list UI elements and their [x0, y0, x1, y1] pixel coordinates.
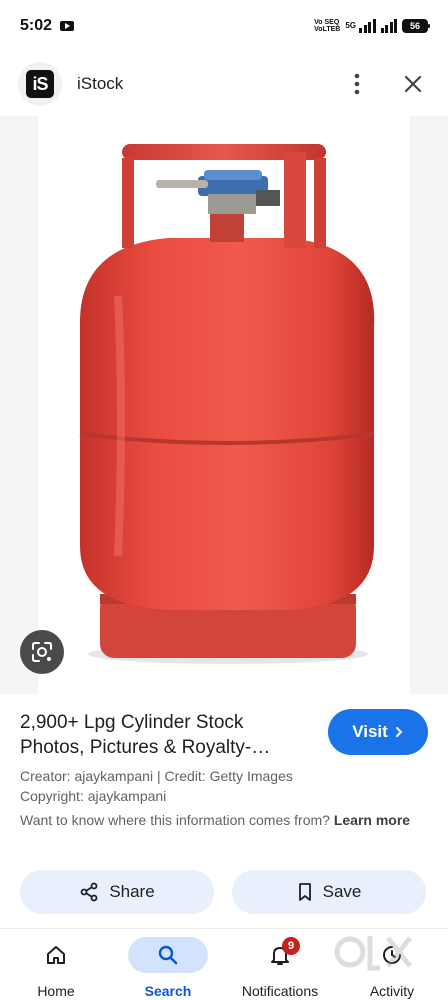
nav-activity-label: Activity — [369, 983, 415, 999]
network-type: 5G — [345, 21, 356, 30]
chevron-right-icon — [395, 727, 403, 737]
share-icon — [80, 882, 98, 902]
youtube-notification-icon — [60, 21, 75, 31]
nav-activity-icon-wrap — [352, 937, 432, 973]
nav-search[interactable]: Search — [112, 929, 224, 1000]
site-name: iStock — [77, 74, 124, 93]
nav-search-label: Search — [144, 983, 192, 999]
save-label: Save — [322, 882, 362, 901]
image-credits: Creator: ajaykampani | Credit: Getty Ima… — [20, 766, 428, 806]
title-row: 2,900+ Lpg Cylinder Stock Photos, Pictur… — [20, 709, 428, 760]
lens-icon — [32, 642, 52, 662]
visit-button[interactable]: Visit — [328, 709, 428, 755]
search-icon — [158, 945, 178, 965]
nav-activity[interactable]: Activity — [336, 929, 448, 1000]
bookmark-icon — [298, 883, 311, 901]
header: iS iStock — [0, 56, 448, 112]
visit-label: Visit — [352, 722, 388, 741]
info-question: Want to know where this information come… — [20, 810, 420, 830]
nav-search-icon-wrap — [128, 937, 208, 973]
copyright-line: Copyright: ajaykampani — [20, 788, 167, 804]
close-icon[interactable] — [400, 71, 426, 97]
nav-home-label: Home — [37, 983, 75, 999]
status-left: 5:02 — [20, 17, 75, 35]
nav-home[interactable]: Home — [0, 929, 112, 1000]
signal-icon — [359, 19, 376, 33]
nav-notifications[interactable]: 9 Notifications — [224, 929, 336, 1000]
more-options-icon[interactable] — [344, 71, 370, 97]
image-canvas — [38, 116, 410, 694]
volte-top: Vo SEQ — [314, 19, 340, 26]
battery-level: 56 — [409, 21, 420, 31]
notification-badge: 9 — [282, 937, 300, 955]
status-bar: 5:02 Vo SEQ VoLTEB 5G 56 — [0, 0, 448, 52]
status-right: Vo SEQ VoLTEB 5G 56 — [314, 19, 430, 33]
save-button[interactable]: Save — [232, 870, 426, 914]
site-logo[interactable]: iS — [18, 62, 62, 106]
nav-home-icon-wrap — [16, 937, 96, 973]
signal-icon-2 — [380, 19, 397, 33]
nav-notifications-label: Notifications — [241, 983, 319, 999]
activity-icon — [383, 946, 401, 964]
header-actions — [344, 71, 426, 97]
question-text: Want to know where this information come… — [20, 812, 334, 828]
home-icon — [47, 946, 65, 964]
volte-bottom: VoLTEB — [314, 26, 341, 33]
istock-logo-icon: iS — [26, 70, 54, 98]
creator-line: Creator: ajaykampani | Credit: Getty Ima… — [20, 768, 293, 784]
google-lens-button[interactable] — [20, 630, 64, 674]
volte-indicator: Vo SEQ VoLTEB — [314, 19, 340, 33]
result-title[interactable]: 2,900+ Lpg Cylinder Stock Photos, Pictur… — [20, 710, 310, 760]
image-preview[interactable] — [0, 116, 448, 694]
lpg-cylinder-image — [79, 144, 375, 664]
share-button[interactable]: Share — [20, 870, 214, 914]
bottom-navigation: Home Search 9 Notifications Activity — [0, 928, 448, 1000]
learn-more-link[interactable]: Learn more — [334, 812, 410, 828]
nav-notifications-icon-wrap: 9 — [240, 937, 320, 973]
status-time: 5:02 — [20, 17, 53, 34]
battery-icon: 56 — [402, 19, 430, 33]
share-label: Share — [109, 882, 155, 901]
